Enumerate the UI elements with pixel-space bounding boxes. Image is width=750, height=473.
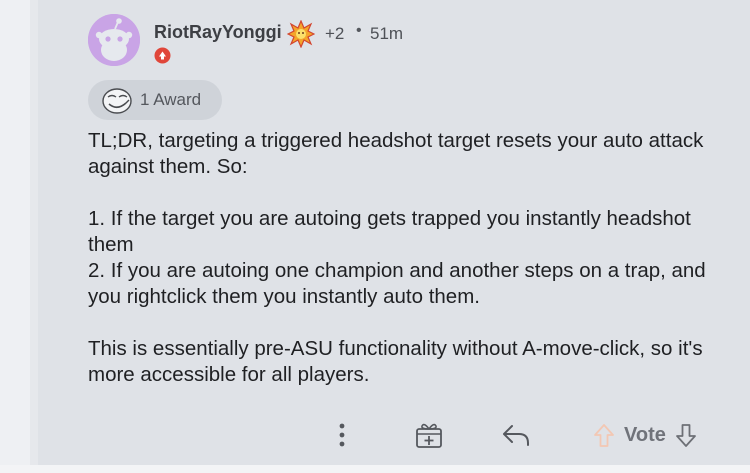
gift-award-icon bbox=[416, 423, 442, 448]
upvote-icon[interactable] bbox=[592, 421, 616, 449]
reply-icon bbox=[503, 425, 529, 446]
reply-button[interactable] bbox=[500, 415, 532, 455]
more-options-button[interactable] bbox=[332, 415, 352, 455]
award-face-icon bbox=[102, 88, 132, 114]
post-time: 51m bbox=[370, 24, 404, 43]
award-pill[interactable]: 1 Award bbox=[88, 80, 222, 120]
author-username[interactable]: RiotRayYonggi bbox=[154, 22, 282, 43]
downvote-icon[interactable] bbox=[674, 421, 698, 449]
body-paragraph: 1. If the target you are autoing gets tr… bbox=[88, 207, 706, 308]
comment-action-bar: Vote bbox=[0, 415, 750, 455]
give-award-button[interactable] bbox=[414, 415, 444, 455]
more-options-icon bbox=[339, 423, 345, 447]
award-label: 1 Award bbox=[140, 90, 202, 109]
body-paragraph: TL;DR, targeting a triggered headshot ta… bbox=[88, 129, 704, 178]
moderator-badge-icon bbox=[154, 47, 171, 64]
vote-control: Vote bbox=[592, 415, 698, 455]
snoo-avatar-icon bbox=[88, 14, 140, 66]
comment-body: TL;DR, targeting a triggered headshot ta… bbox=[88, 128, 740, 388]
body-paragraph: This is essentially pre-ASU functionalit… bbox=[88, 337, 703, 386]
meta-separator: • bbox=[356, 22, 362, 39]
additional-flair-count: +2 bbox=[325, 24, 345, 43]
vote-label: Vote bbox=[624, 423, 666, 446]
explosion-flair-icon bbox=[287, 20, 315, 48]
left-frame-margin bbox=[0, 0, 30, 473]
avatar[interactable] bbox=[88, 14, 140, 66]
bottom-frame-margin bbox=[0, 465, 750, 473]
